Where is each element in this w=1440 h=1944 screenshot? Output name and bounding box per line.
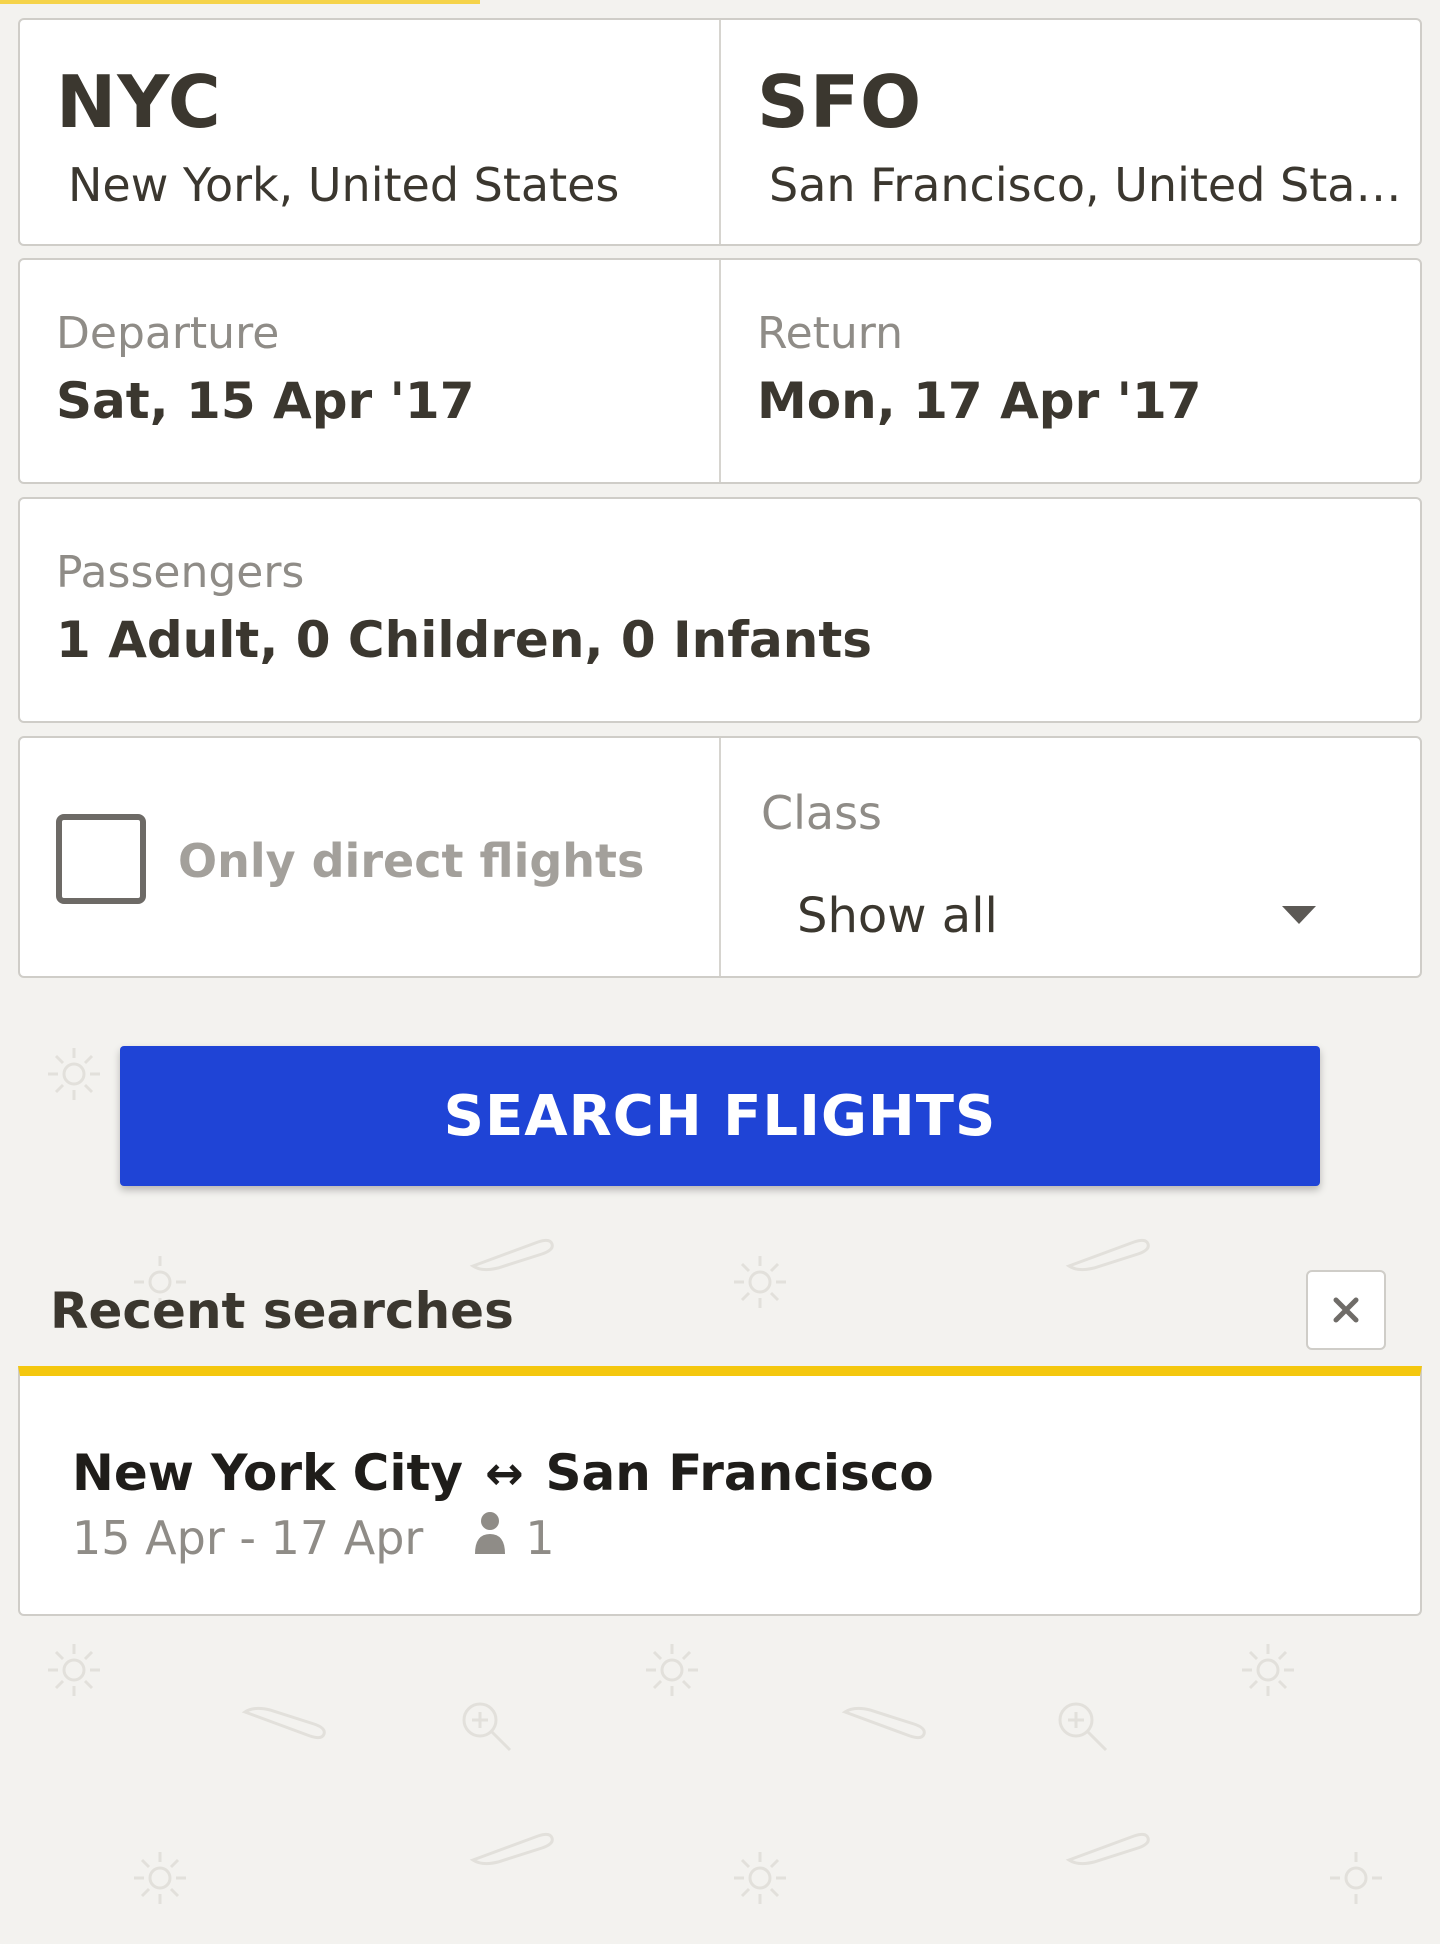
recent-from: New York City	[72, 1444, 463, 1502]
departure-label: Departure	[56, 308, 280, 359]
sun-icon	[1330, 1852, 1382, 1904]
top-accent-bar	[0, 0, 480, 4]
recent-searches-title: Recent searches	[50, 1282, 514, 1340]
direct-flights-checkbox[interactable]	[56, 814, 146, 904]
close-icon	[1333, 1297, 1359, 1323]
plane-icon	[841, 1706, 926, 1740]
sun-icon	[646, 1644, 698, 1696]
passengers-value: 1 Adult, 0 Children, 0 Infants	[56, 611, 872, 669]
recent-search-item[interactable]: New York City ↔ San Francisco 15 Apr - 1…	[18, 1366, 1422, 1616]
plane-icon	[469, 1832, 554, 1866]
plane-icon	[469, 1238, 554, 1272]
origin-code: NYC	[56, 60, 222, 144]
sun-icon	[48, 1048, 100, 1100]
origin-city: New York, United States	[68, 158, 620, 212]
plane-icon	[1065, 1832, 1150, 1866]
passengers-label: Passengers	[56, 547, 305, 598]
sun-icon	[734, 1852, 786, 1904]
options-card: Only direct flights Class Show all	[18, 736, 1422, 978]
sun-icon	[48, 1644, 100, 1696]
zoom-in-icon	[1058, 1702, 1108, 1752]
return-label: Return	[757, 308, 904, 359]
person-icon	[473, 1510, 507, 1565]
recent-passenger-count: 1	[525, 1510, 555, 1565]
route-card: NYC New York, United States SFO San Fran…	[18, 18, 1422, 246]
recent-to: San Francisco	[545, 1444, 934, 1502]
plane-icon	[1065, 1238, 1150, 1272]
recent-meta: 15 Apr - 17 Apr 1	[72, 1510, 555, 1565]
destination-code: SFO	[757, 60, 923, 144]
zoom-in-icon	[462, 1702, 512, 1752]
destination-selector[interactable]: SFO San Francisco, United Stat...	[719, 20, 1420, 244]
direct-flights-label[interactable]: Only direct flights	[178, 834, 644, 888]
origin-selector[interactable]: NYC New York, United States	[20, 20, 719, 244]
departure-value: Sat, 15 Apr '17	[56, 372, 475, 430]
passengers-content: Passengers 1 Adult, 0 Children, 0 Infant…	[20, 499, 1420, 721]
chevron-down-icon[interactable]	[1282, 906, 1316, 924]
sun-icon	[134, 1852, 186, 1904]
destination-city: San Francisco, United Stat...	[769, 158, 1409, 212]
recent-route: New York City ↔ San Francisco	[72, 1444, 934, 1502]
plane-icon	[241, 1706, 326, 1740]
class-value[interactable]: Show all	[797, 888, 998, 944]
dates-card: Departure Sat, 15 Apr '17 Return Mon, 17…	[18, 258, 1422, 484]
search-flights-button[interactable]: SEARCH FLIGHTS	[120, 1046, 1320, 1186]
departure-date-field[interactable]: Departure Sat, 15 Apr '17	[20, 260, 719, 482]
class-label: Class	[761, 786, 883, 840]
return-date-field[interactable]: Return Mon, 17 Apr '17	[719, 260, 1420, 482]
passengers-field[interactable]: Passengers 1 Adult, 0 Children, 0 Infant…	[18, 497, 1422, 723]
round-trip-arrow-icon: ↔	[484, 1446, 524, 1500]
recent-dates: 15 Apr - 17 Apr	[72, 1510, 424, 1565]
return-value: Mon, 17 Apr '17	[757, 372, 1202, 430]
direct-flights-option[interactable]: Only direct flights	[20, 738, 719, 976]
class-select[interactable]: Class Show all	[719, 738, 1420, 976]
clear-recent-button[interactable]	[1306, 1270, 1386, 1350]
sun-icon	[1242, 1644, 1294, 1696]
sun-icon	[734, 1256, 786, 1308]
